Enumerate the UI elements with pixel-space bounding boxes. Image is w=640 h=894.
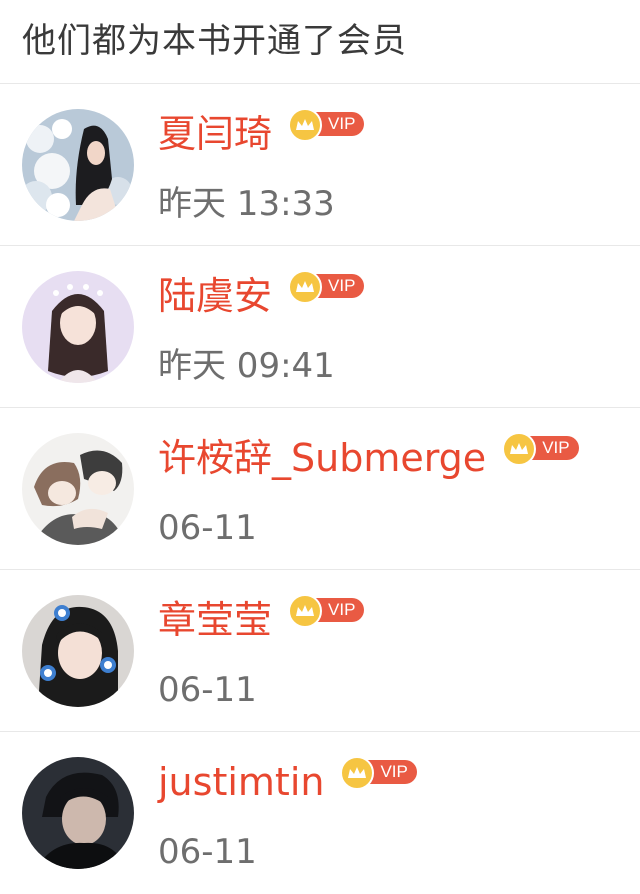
crown-icon — [288, 594, 323, 628]
name-line: 章莹莹 VIP — [158, 592, 365, 648]
member-name[interactable]: justimtin — [158, 754, 324, 810]
list-item[interactable]: 章莹莹 VIP 06-11 — [0, 570, 640, 732]
member-time: 06-11 — [158, 670, 257, 710]
avatar[interactable] — [22, 109, 134, 221]
member-time: 昨天 09:41 — [158, 346, 335, 386]
name-line: justimtin VIP — [158, 754, 417, 810]
vip-badge: VIP — [288, 270, 365, 304]
member-time: 06-11 — [158, 508, 257, 548]
avatar[interactable] — [22, 433, 134, 545]
member-time: 06-11 — [158, 832, 257, 872]
member-time: 昨天 13:33 — [158, 184, 335, 224]
list-item[interactable]: justimtin VIP 06-11 — [0, 732, 640, 894]
vip-badge: VIP — [288, 108, 365, 142]
avatar[interactable] — [22, 757, 134, 869]
crown-icon — [340, 756, 375, 790]
crown-icon — [288, 108, 323, 142]
page-title: 他们都为本书开通了会员 — [22, 21, 407, 61]
member-name[interactable]: 夏闫琦 — [158, 106, 272, 162]
member-name[interactable]: 章莹莹 — [158, 592, 272, 648]
avatar[interactable] — [22, 271, 134, 383]
list-item[interactable]: 许桉辞_Submerge VIP 06-11 — [0, 408, 640, 570]
member-name[interactable]: 陆虞安 — [158, 268, 272, 324]
member-list: 夏闫琦 VIP 昨天 13:33 陆虞安 VIP 昨天 09:41 许桉辞_Su… — [0, 84, 640, 894]
vip-badge: VIP — [340, 756, 417, 790]
header: 他们都为本书开通了会员 — [0, 0, 640, 84]
vip-badge: VIP — [502, 432, 579, 466]
avatar[interactable] — [22, 595, 134, 707]
list-item[interactable]: 夏闫琦 VIP 昨天 13:33 — [0, 84, 640, 246]
list-item[interactable]: 陆虞安 VIP 昨天 09:41 — [0, 246, 640, 408]
name-line: 夏闫琦 VIP — [158, 106, 365, 162]
member-name[interactable]: 许桉辞_Submerge — [158, 430, 486, 486]
name-line: 许桉辞_Submerge VIP — [158, 430, 579, 486]
crown-icon — [288, 270, 323, 304]
crown-icon — [502, 432, 537, 466]
vip-badge: VIP — [288, 594, 365, 628]
name-line: 陆虞安 VIP — [158, 268, 365, 324]
